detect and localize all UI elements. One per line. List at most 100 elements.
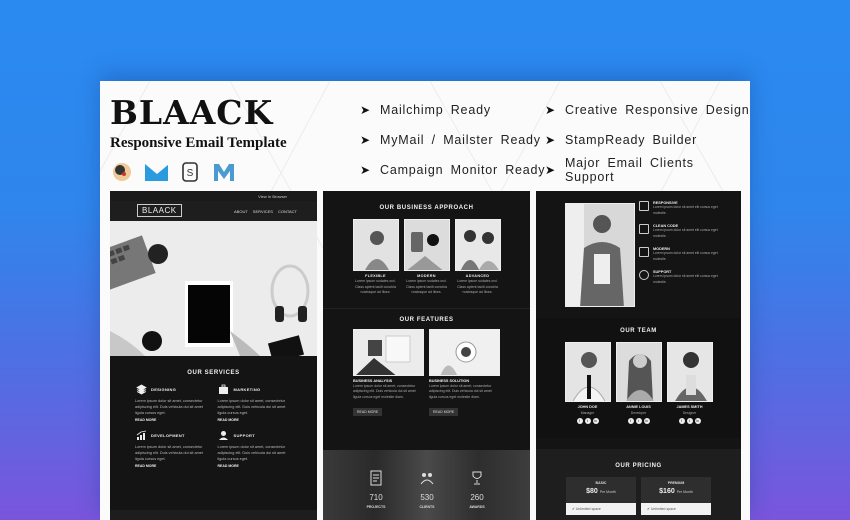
twitter-icon[interactable]: t xyxy=(584,418,591,424)
stat-item: 710 PROJECTS xyxy=(356,470,396,509)
approach-image xyxy=(454,219,501,271)
stat-item: 260 AWARDS xyxy=(457,470,497,509)
arrow-icon: ➤ xyxy=(545,163,556,177)
member-photo xyxy=(615,342,662,402)
linkedin-icon[interactable]: in xyxy=(643,418,650,424)
social-links: f t in xyxy=(616,418,662,424)
service-item: DEVELOPMENT Lorem ipsum dolor sit amet, … xyxy=(135,430,210,468)
pricing-title: OUR PRICING xyxy=(615,463,662,469)
feature-item: ➤ MyMail / Mailster Ready xyxy=(360,133,541,147)
menu-item-contact[interactable]: CONTACT xyxy=(278,209,297,214)
hero-image xyxy=(110,221,317,356)
approach-grid: FLEXIBLE Lorem ipsum sodales orci. Class… xyxy=(323,219,530,296)
team-member: JOHN DOE Manager f t in xyxy=(564,342,611,424)
arrow-icon: ➤ xyxy=(360,163,371,177)
features-title: OUR FEATURES xyxy=(399,316,454,323)
twitter-icon[interactable]: t xyxy=(635,418,642,424)
mymail-icon xyxy=(144,161,168,183)
projects-icon xyxy=(370,470,382,486)
approach-title: OUR BUSINESS APPROACH xyxy=(379,205,474,211)
read-more-link[interactable]: READ MORE xyxy=(135,418,210,422)
highlight-item: RESPONSIVE Lorem ipsum dolor sit amet eli… xyxy=(639,201,729,216)
service-item: SUPPORT Lorem ipsum dolor sit amet, cons… xyxy=(218,430,293,468)
facebook-icon[interactable]: f xyxy=(627,418,634,424)
brand-subtitle: Responsive Email Template xyxy=(110,135,287,151)
read-more-link[interactable]: READ MORE xyxy=(218,464,293,468)
headset-icon xyxy=(639,270,649,280)
approach-item: MODERN Lorem ipsum sodales orci. Class a… xyxy=(403,219,450,296)
arrow-icon: ➤ xyxy=(360,133,371,147)
preview-panel-home: View In Browser BLAACK ABOUT SERVICES CO… xyxy=(110,191,317,520)
social-links: f t in xyxy=(565,418,611,424)
stampready-icon: S xyxy=(178,161,202,183)
team-title: OUR TEAM xyxy=(620,328,657,334)
chart-growth-icon xyxy=(135,430,147,441)
panel-footer xyxy=(110,510,317,520)
trophy-icon xyxy=(472,471,482,485)
svg-text:S: S xyxy=(187,168,194,179)
menu-item-services[interactable]: SERVICES xyxy=(253,209,273,214)
read-more-link[interactable]: READ MORE xyxy=(218,418,293,422)
highlight-item: MODERN Lorem ipsum dolor sit amet elit cu… xyxy=(639,247,729,262)
services-title: OUR SERVICES xyxy=(187,370,240,376)
team-grid: JOHN DOE Manager f t in ANNIE LOUIS Develo… xyxy=(536,342,741,424)
preview-panel-team: RESPONSIVE Lorem ipsum dolor sit amet eli… xyxy=(536,191,741,520)
mailchimp-icon xyxy=(110,161,134,183)
team-member: ANNIE LOUIS Developer f t in xyxy=(615,342,662,424)
read-more-button[interactable]: READ MORE xyxy=(429,408,459,416)
menu-item-about[interactable]: ABOUT xyxy=(234,209,248,214)
view-in-browser-link[interactable]: View In Browser xyxy=(110,191,317,201)
features-grid: BUSINESS ANALYSIS Lorem ipsum dolor sit … xyxy=(323,328,530,419)
highlight-item: SUPPORT Lorem ipsum dolor sit amet elit c… xyxy=(639,270,729,285)
linkedin-icon[interactable]: in xyxy=(592,418,599,424)
feature-item: ➤ Mailchimp Ready xyxy=(360,103,491,117)
arrow-icon: ➤ xyxy=(545,103,556,117)
feature-image xyxy=(353,328,424,376)
email-menu: ABOUT SERVICES CONTACT xyxy=(234,209,297,214)
social-links: f t in xyxy=(667,418,713,424)
twitter-icon[interactable]: t xyxy=(686,418,693,424)
feature-image xyxy=(429,328,500,376)
pricing-plan: BASIC $80 Per Month ✔ Unlimited space xyxy=(566,477,636,515)
grid-icon xyxy=(639,247,649,257)
email-logo: BLAACK xyxy=(137,204,182,217)
arrow-icon: ➤ xyxy=(545,133,556,147)
feature-card: BUSINESS ANALYSIS Lorem ipsum dolor sit … xyxy=(353,328,424,419)
approach-image xyxy=(352,219,399,271)
arrow-icon: ➤ xyxy=(360,103,371,117)
facebook-icon[interactable]: f xyxy=(576,418,583,424)
pricing-grid: BASIC $80 Per Month ✔ Unlimited space PR… xyxy=(536,477,741,515)
brand-title: BLAACK xyxy=(110,93,274,132)
feature-item: ➤ StampReady Builder xyxy=(545,133,698,147)
pricing-section: OUR PRICING BASIC $80 Per Month ✔ Unlimi… xyxy=(536,449,741,520)
member-photo xyxy=(564,342,611,402)
member-photo xyxy=(666,342,713,402)
platform-logos: S xyxy=(110,161,236,183)
linkedin-icon[interactable]: in xyxy=(694,418,701,424)
campaign-monitor-icon xyxy=(212,161,236,183)
highlight-item: CLEAN CODE Lorem ipsum dolor sit amet eli… xyxy=(639,224,729,239)
approach-item: FLEXIBLE Lorem ipsum sodales orci. Class… xyxy=(352,219,399,296)
feature-card: BUSINESS SOLUTION Lorem ipsum dolor sit … xyxy=(429,328,500,419)
feature-list-right: ➤ Creative Responsive Design ➤ StampReady … xyxy=(545,95,750,185)
services-grid: DESIGNING Lorem ipsum dolor sit amet, co… xyxy=(110,384,317,468)
read-more-button[interactable]: READ MORE xyxy=(353,408,383,416)
service-item: MARKETING Lorem ipsum dolor sit amet, co… xyxy=(218,384,293,422)
feature-list-left: ➤ Mailchimp Ready ➤ MyMail / Mailster Read… xyxy=(360,95,545,185)
support-agent-icon xyxy=(218,430,230,441)
read-more-link[interactable]: READ MORE xyxy=(135,464,210,468)
code-icon xyxy=(639,224,649,234)
pricing-plan: PREMIUM $160 Per Month ✔ Unlimited space xyxy=(641,477,711,515)
preview-panel-features: OUR BUSINESS APPROACH FLEXIBLE Lorem ips… xyxy=(323,191,530,520)
featured-photo xyxy=(565,203,635,307)
service-item: DESIGNING Lorem ipsum dolor sit amet, co… xyxy=(135,384,210,422)
clients-icon xyxy=(420,473,434,485)
team-member: JAMES SMITH Designer f t in xyxy=(666,342,713,424)
feature-item: ➤ Creative Responsive Design xyxy=(545,103,750,117)
layers-icon xyxy=(135,384,147,395)
stat-item: 530 CLIENTS xyxy=(407,470,447,509)
approach-item: ADVANCED Lorem ipsum sodales orci. Class… xyxy=(454,219,501,296)
feature-item: ➤ Major Email Clients Support xyxy=(545,156,694,184)
approach-image xyxy=(403,219,450,271)
facebook-icon[interactable]: f xyxy=(678,418,685,424)
